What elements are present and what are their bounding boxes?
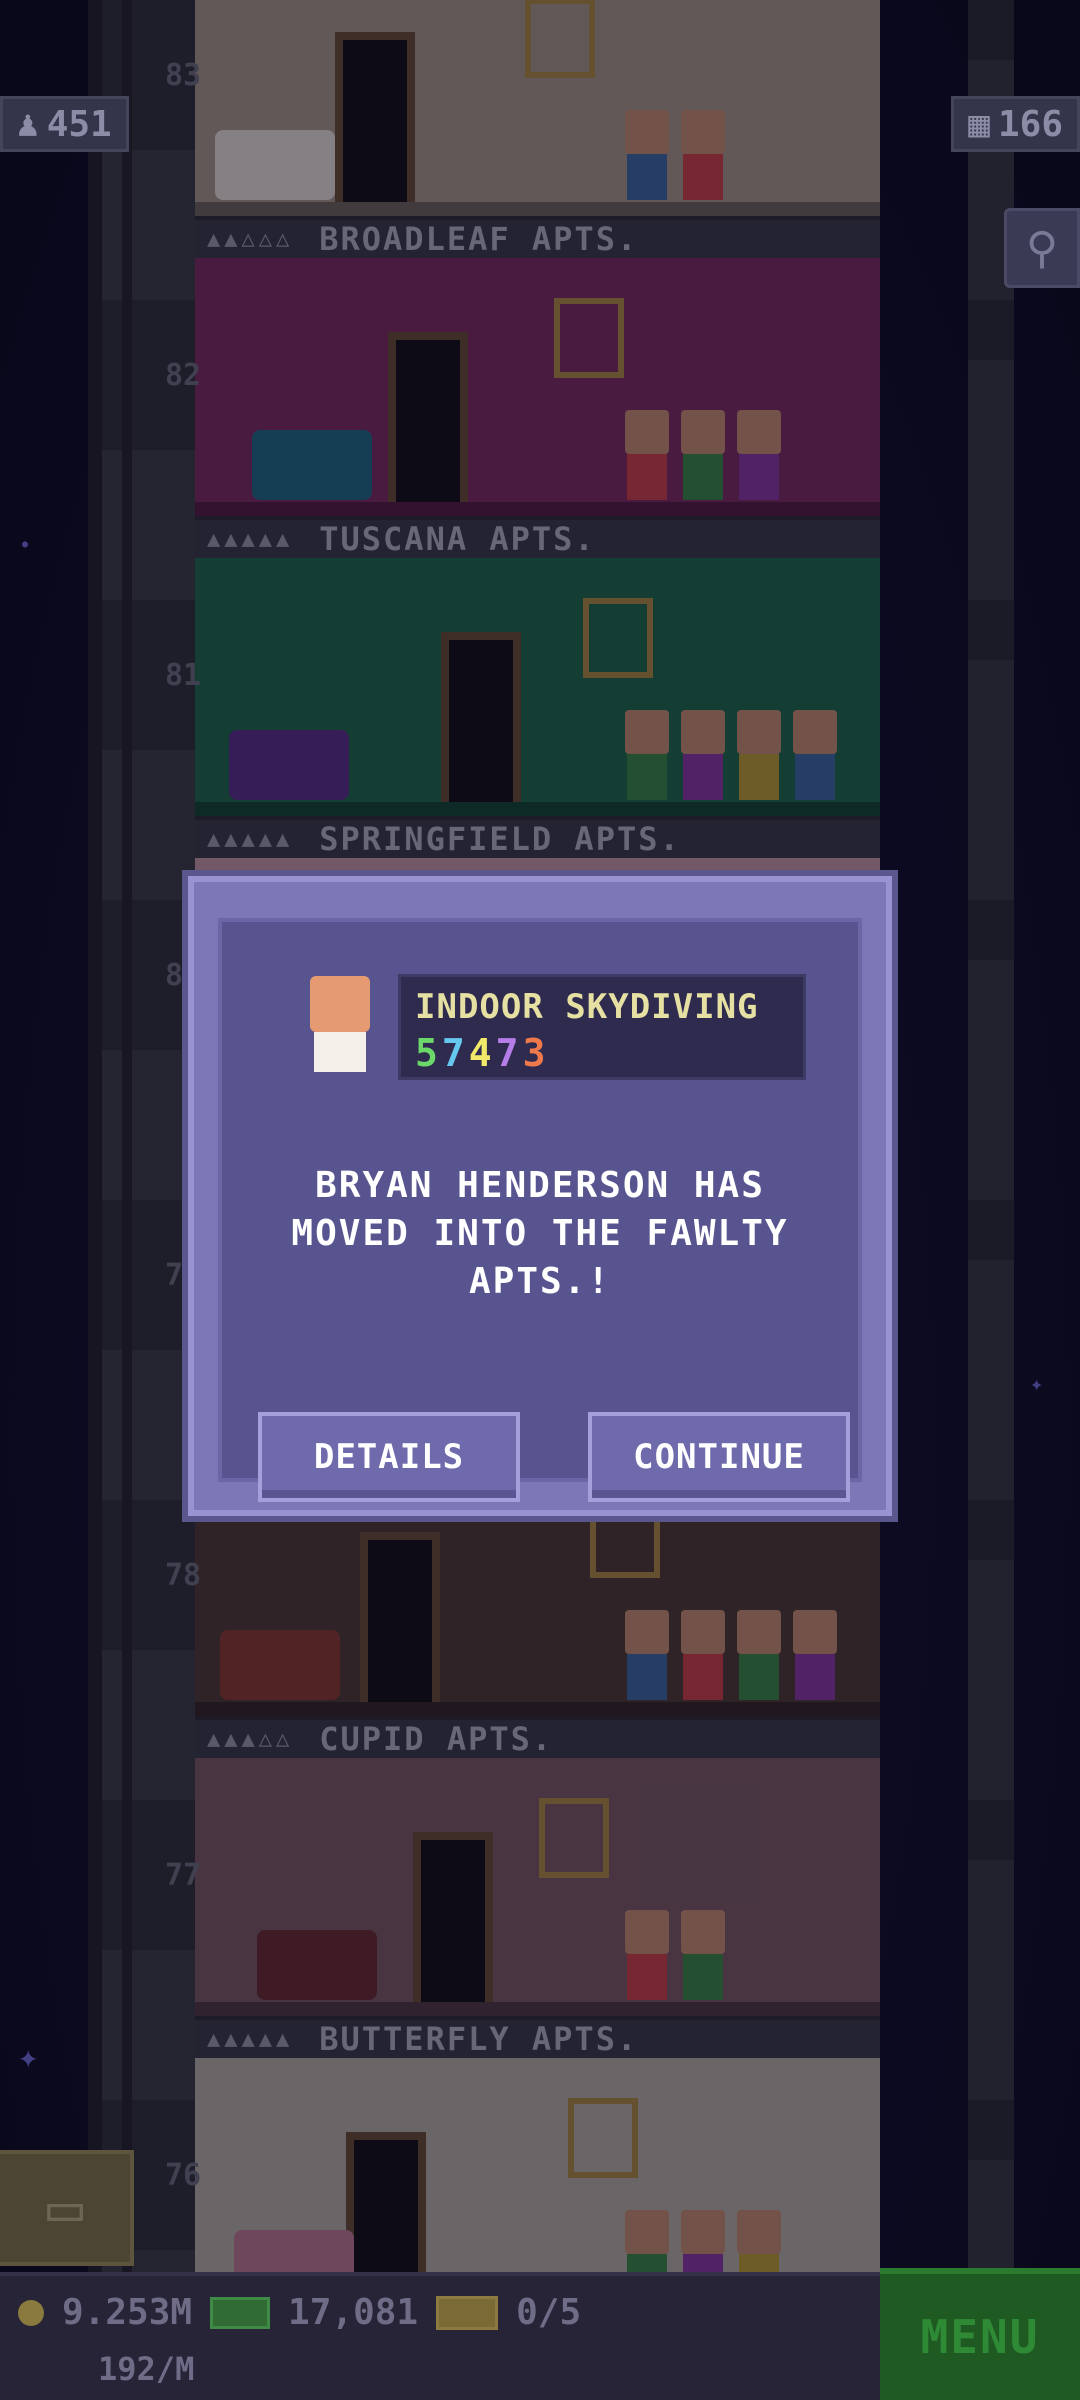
floor-count-value: 166	[997, 103, 1063, 145]
person-icon: ♟	[17, 103, 39, 145]
continue-button-label: CONTINUE	[633, 1437, 805, 1477]
skill-digit: 7	[441, 1031, 469, 1075]
skill-digit: 5	[415, 1031, 442, 1075]
ticket-icon	[436, 2295, 499, 2330]
skill-digit: 4	[468, 1031, 496, 1075]
dream-job-box: INDOOR SKYDIVING 57473	[398, 974, 806, 1080]
population-value: 451	[46, 103, 112, 145]
storage-box-icon: ▭	[46, 2173, 84, 2243]
details-button-label: DETAILS	[313, 1437, 465, 1477]
income-rate: 192/M	[98, 2350, 195, 2388]
menu-button-label: MENU	[920, 2310, 1040, 2364]
continue-button[interactable]: CONTINUE	[588, 1412, 850, 1502]
building-icon: ▦	[968, 103, 990, 145]
bitizen-avatar[interactable]	[310, 976, 374, 1076]
dialog-message: BRYAN HENDERSON HAS MOVED INTO THE FAWLT…	[291, 1165, 789, 1302]
coin-icon	[18, 2299, 44, 2326]
floor-counter[interactable]: ▦ 166	[951, 96, 1080, 152]
bux-icon	[210, 2296, 271, 2329]
magnifier-icon: ⚲	[1025, 222, 1059, 274]
bux-value[interactable]: 17,081	[288, 2292, 418, 2333]
details-button[interactable]: DETAILS	[258, 1412, 520, 1502]
job-skill-numbers: 57473	[415, 1031, 789, 1075]
tickets-value[interactable]: 0/5	[516, 2292, 581, 2333]
storage-box-button[interactable]: ▭	[0, 2150, 134, 2266]
dream-job-title: INDOOR SKYDIVING	[415, 987, 759, 1027]
move-in-dialog: INDOOR SKYDIVING 57473 BRYAN HENDERSON H…	[188, 876, 892, 1516]
dialog-panel: INDOOR SKYDIVING 57473 BRYAN HENDERSON H…	[218, 918, 862, 1502]
skill-digit: 7	[495, 1031, 523, 1075]
coins-value[interactable]: 9.253M	[62, 2292, 192, 2333]
menu-button[interactable]: MENU	[880, 2268, 1080, 2400]
skill-digit: 3	[522, 1031, 550, 1075]
search-button[interactable]: ⚲	[1004, 208, 1080, 288]
population-counter[interactable]: ♟ 451	[0, 96, 129, 152]
